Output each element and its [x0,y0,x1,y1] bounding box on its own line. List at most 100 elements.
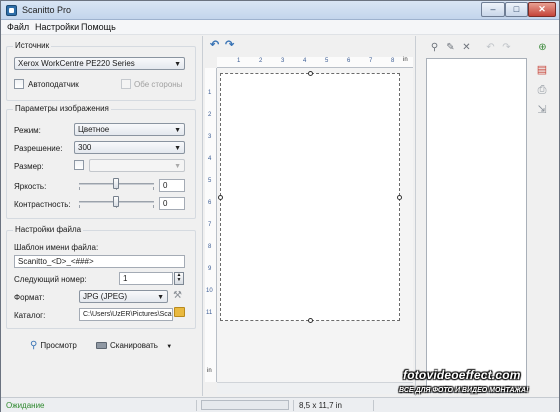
status-text: Ожидание [6,401,45,410]
duplex-label: Обе стороны [134,80,183,89]
window-title: Scanitto Pro [22,5,72,15]
add-page-icon[interactable]: ⊕ [536,41,549,54]
chevron-down-icon: ▼ [157,294,164,301]
resolution-select[interactable]: 300 ▼ [74,141,185,154]
chevron-down-icon: ▼ [174,127,181,134]
status-divider [373,400,374,411]
ruler-label: 1 [208,90,212,96]
image-params-title: Параметры изображения [13,104,111,113]
file-settings-group: Настройки файла Шаблон имени файла: Scan… [6,225,196,329]
pages-panel: ⚲ ✎ ✕ ↶ ↷ ⊕ ▤ ⎙ ⇲ [420,36,558,396]
brightness-input[interactable]: 0 [159,179,185,192]
horizontal-scrollbar[interactable] [217,382,413,394]
thumbnails-list[interactable] [426,58,527,393]
ruler-label: 6 [347,58,351,64]
scanner-select[interactable]: Xerox WorkCentre PE220 Series ▼ [14,57,185,70]
slider-tick [79,205,80,208]
crop-handle[interactable] [308,71,313,76]
brightness-slider[interactable] [79,177,154,191]
ruler-label: 1 [237,58,241,64]
size-label: Размер: [14,162,44,171]
folder-label: Каталог: [14,311,46,320]
file-settings-title: Настройки файла [13,225,84,234]
contrast-thumb[interactable] [113,196,119,207]
source-group: Источник Xerox WorkCentre PE220 Series ▼… [6,41,196,101]
menu-bar: Файл Настройки Помощь [1,20,559,35]
template-label: Шаблон имени файла: [14,243,99,252]
duplex-checkbox[interactable] [121,79,131,89]
ruler-label: 5 [208,178,212,184]
source-group-title: Источник [13,41,52,50]
crop-handle[interactable] [308,318,313,323]
format-select[interactable]: JPG (JPEG) ▼ [79,290,168,303]
preview-button-label: Просмотр [40,341,77,351]
ruler-label: 3 [208,134,212,140]
title-bar: Scanitto Pro – □ ✕ [1,1,559,20]
watermark-url: fotovideoeffect.com [403,368,521,382]
format-settings-wrench-icon[interactable]: ⚒ [173,290,182,301]
status-divider [196,400,197,411]
watermark-slogan: ВСЕ ДЛЯ ФОТО И ВИДЕО МОНТАЖА! [399,387,529,394]
ruler-label: 3 [281,58,285,64]
edit-icon[interactable]: ✎ [444,41,457,54]
ruler-label: 6 [208,200,212,206]
brightness-label: Яркость: [14,182,47,191]
rotate-left-icon[interactable]: ↶ [210,40,221,51]
folder-input[interactable]: C:\Users\UzER\Pictures\Scanitto [79,308,173,321]
adf-checkbox[interactable] [14,79,24,89]
menu-help[interactable]: Помощь [81,22,116,32]
maximize-button[interactable]: □ [505,2,528,17]
chevron-down-icon: ▼ [174,145,181,152]
status-divider [293,400,294,411]
size-checkbox[interactable] [74,160,84,170]
contrast-slider[interactable] [79,195,154,209]
chevron-down-icon: ▼ [174,163,181,170]
ruler-label: 8 [208,244,212,250]
ruler-label: 2 [259,58,263,64]
pdf-icon[interactable]: ▤ [534,62,550,78]
scan-preview-area[interactable] [217,68,413,382]
ruler-label: 8 [391,58,395,64]
browse-folder-icon[interactable] [174,307,185,317]
delete-icon[interactable]: ✕ [460,41,473,54]
menu-settings[interactable]: Настройки [35,22,79,32]
slider-tick [153,205,154,208]
minimize-button[interactable]: – [481,2,505,17]
menu-file[interactable]: Файл [7,22,29,32]
crop-handle[interactable] [218,195,223,200]
next-number-input[interactable]: 1 [119,272,173,285]
preview-button[interactable]: ⚲ Просмотр [30,339,77,355]
image-params-group: Параметры изображения Режим: Цветное ▼ Р… [6,104,196,219]
scan-dropdown-chevron-icon[interactable]: ▼ [166,344,172,350]
ruler-unit: in [403,57,408,63]
close-button[interactable]: ✕ [528,2,556,17]
contrast-label: Контрастность: [14,200,71,209]
scan-button[interactable]: Сканировать ▼ [96,339,172,355]
left-ruler: 1 2 3 4 5 6 7 8 9 10 11 in [205,68,217,382]
print-icon[interactable]: ⎙ [534,82,550,98]
adf-label: Автоподатчик [28,80,79,89]
template-input[interactable]: Scanitto_<D>_<###> [14,255,185,268]
next-number-label: Следующий номер: [14,275,87,284]
scanner-value: Xerox WorkCentre PE220 Series [18,59,135,68]
resolution-value: 300 [78,143,92,152]
chevron-down-icon: ▼ [174,61,181,68]
ruler-label: 7 [208,222,212,228]
crop-handle[interactable] [397,195,402,200]
format-value: JPG (JPEG) [83,292,128,301]
size-select[interactable]: ▼ [89,159,185,172]
redo-icon[interactable]: ↷ [500,41,513,54]
scanner-icon [96,342,107,350]
undo-icon[interactable]: ↶ [484,41,497,54]
ruler-label: 5 [325,58,329,64]
zoom-icon[interactable]: ⚲ [428,41,441,54]
contrast-input[interactable]: 0 [159,197,185,210]
brightness-thumb[interactable] [113,178,119,189]
mode-select[interactable]: Цветное ▼ [74,123,185,136]
scan-page-frame[interactable] [218,71,402,323]
slider-tick [79,187,80,190]
rotate-right-icon[interactable]: ↷ [225,40,236,51]
top-ruler: 1 2 3 4 5 6 7 8 in [217,57,413,68]
export-icon[interactable]: ⇲ [534,102,550,118]
number-spinner-icon[interactable]: ▲ ▼ [174,272,184,285]
